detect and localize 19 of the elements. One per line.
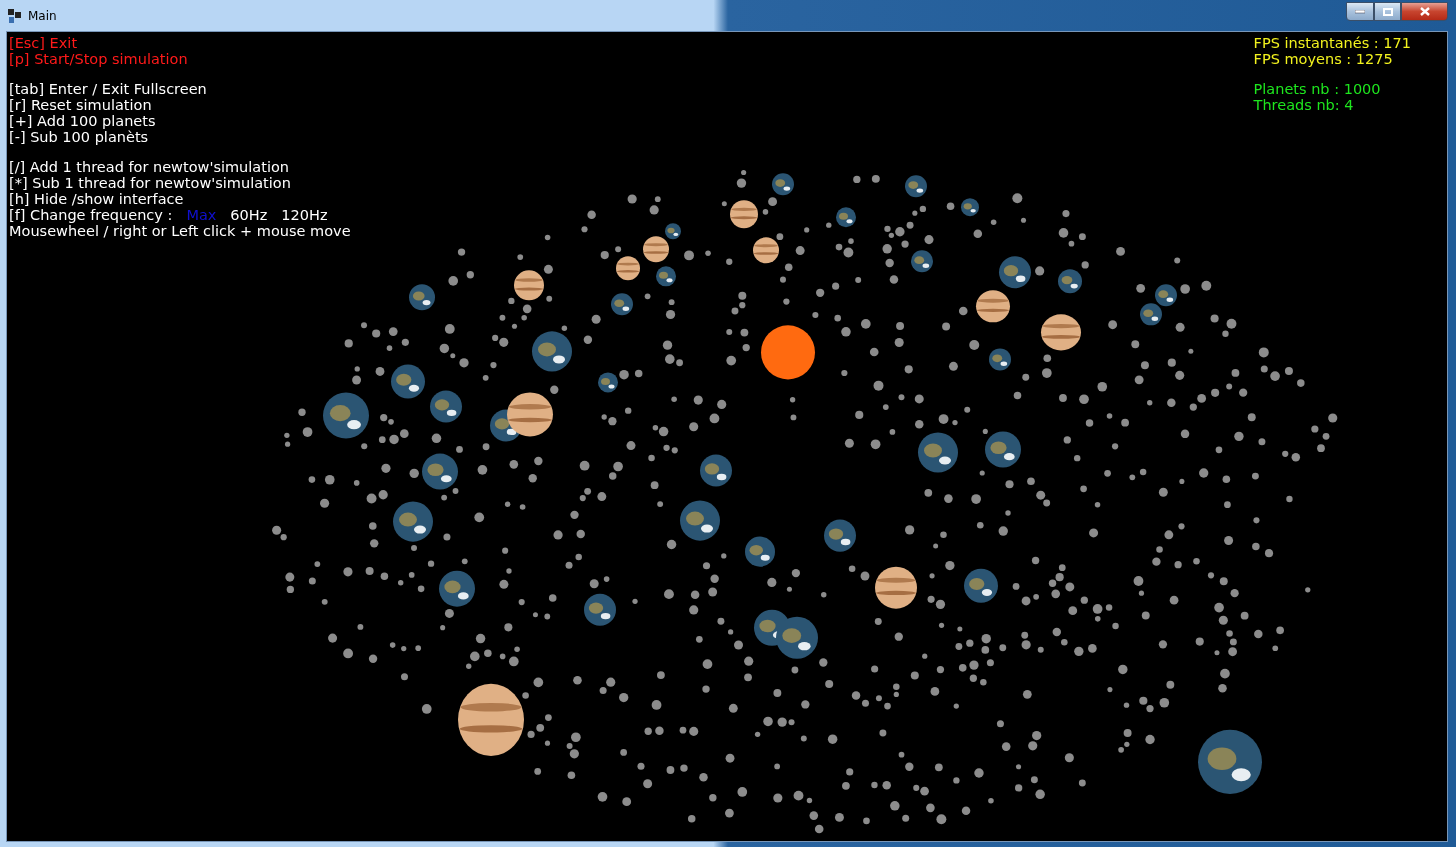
stats-text: Threads nb: 4	[1253, 97, 1354, 113]
shortcut-label: [Esc] Exit	[9, 35, 78, 51]
shortcut-label: [*] Sub 1 thread for newtow'simulation	[9, 175, 291, 191]
stats-text: FPS instantanés : 171	[1253, 35, 1411, 51]
shortcut-label: [-] Sub 100 planèts	[9, 129, 149, 145]
frequency-option: Max	[186, 207, 217, 223]
shortcut-label: [+] Add 100 planets	[9, 113, 156, 129]
frequency-option: 120Hz	[281, 207, 328, 223]
shortcut-label: Mousewheel / right or Left click + mouse move	[9, 223, 351, 239]
shortcut-label: [f] Change frequency :	[9, 207, 173, 223]
shortcut-label: [r] Reset simulation	[9, 97, 152, 113]
shortcut-label: [p] Start/Stop simulation	[9, 51, 188, 67]
shortcut-label: [tab] Enter / Exit Fullscreen	[9, 81, 207, 97]
frequency-option: 60Hz	[230, 207, 268, 223]
stats-text: FPS moyens : 1275	[1253, 51, 1393, 67]
stats-text: Planets nb : 1000	[1253, 81, 1381, 97]
shortcut-label: [/] Add 1 thread for newtow'simulation	[9, 159, 289, 175]
window-title: Main	[28, 8, 57, 23]
shortcut-label: [h] Hide /show interface	[9, 191, 184, 207]
